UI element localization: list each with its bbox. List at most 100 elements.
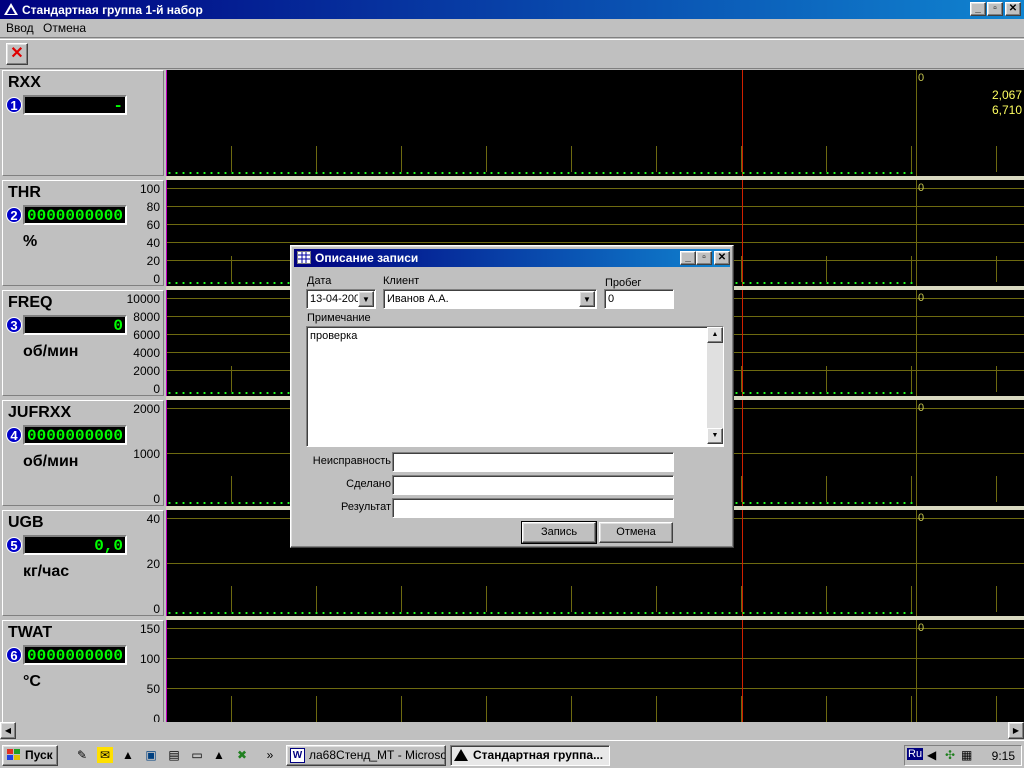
done-input[interactable]: [392, 475, 674, 495]
desktop-icon[interactable]: ▣: [143, 747, 159, 763]
plot-zero-label: 0: [918, 512, 925, 524]
note-textarea[interactable]: проверка ▲ ▼: [306, 326, 724, 447]
note-label: Примечание: [307, 312, 371, 324]
result-input[interactable]: [392, 498, 674, 518]
channel-number-icon[interactable]: 5: [6, 537, 22, 553]
grid-line: [166, 628, 1024, 629]
horizontal-scrollbar[interactable]: ◀ ▶: [0, 722, 1024, 739]
window-titlebar[interactable]: Стандартная группа 1-й набор _ ▫ ✕: [0, 0, 1024, 19]
dialog-close-button[interactable]: ✕: [714, 251, 730, 265]
fault-input[interactable]: [392, 452, 674, 472]
channel-number-icon[interactable]: 3: [6, 317, 22, 333]
drive-icon[interactable]: ▭: [189, 747, 205, 763]
scroll-right-icon[interactable]: ▶: [1008, 722, 1024, 739]
y-tick-label: 20: [146, 254, 160, 268]
channel-value: 0000000000: [23, 205, 127, 225]
stop-icon[interactable]: ✕: [6, 43, 28, 65]
grid-tick: [231, 696, 232, 722]
language-indicator[interactable]: Ru: [907, 748, 924, 760]
excel-icon[interactable]: ✖: [234, 747, 250, 763]
time-cursor[interactable]: [742, 70, 743, 176]
grid-tick: [656, 586, 657, 612]
office-icon[interactable]: ✉: [97, 747, 113, 763]
connection-icon[interactable]: ▦: [961, 748, 972, 762]
grid-tick: [401, 696, 402, 722]
signal-trace: [166, 612, 916, 614]
scroll-up-icon[interactable]: ▲: [707, 327, 723, 343]
plot-zero-label: 0: [918, 402, 925, 414]
grid-tick: [826, 256, 827, 282]
channel-plot-twat[interactable]: 0: [166, 620, 1024, 726]
channel-number-icon[interactable]: 2: [6, 207, 22, 223]
grid-tick: [996, 256, 997, 282]
y-tick-label: 150: [139, 622, 160, 636]
grid-tick: [316, 146, 317, 172]
y-tick-label: 100: [139, 182, 160, 196]
minimize-button[interactable]: _: [970, 2, 986, 16]
dialog-maximize-button[interactable]: ▫: [696, 251, 712, 265]
channel-plot-rxx[interactable]: 0 2,067 6,710: [166, 70, 1024, 176]
date-field[interactable]: 13-04-200 ▼: [306, 289, 376, 309]
client-dropdown-icon[interactable]: ▼: [579, 291, 595, 307]
time-cursor[interactable]: [742, 180, 743, 286]
channel-number-icon[interactable]: 6: [6, 647, 22, 663]
grid-tick: [571, 696, 572, 722]
channel-label-freq: FREQ 3 0 об/мин 10000 8000 6000 4000 2000 0: [2, 290, 164, 396]
mileage-input[interactable]: 0: [604, 289, 674, 309]
menu-input[interactable]: Ввод: [6, 21, 34, 35]
start-button[interactable]: Пуск: [2, 745, 58, 766]
channel-unit: об/мин: [23, 343, 79, 360]
network-icon[interactable]: ✣: [945, 748, 955, 762]
grid-tick: [231, 476, 232, 502]
grid-tick: [231, 586, 232, 612]
grid-line: [166, 242, 1024, 243]
task-word[interactable]: W ла68Стенд_МТ - Microsof...: [286, 745, 446, 766]
cursor-value: 6,710: [991, 103, 1022, 117]
grid-tick: [996, 586, 997, 612]
y-tick-label: 2000: [133, 402, 160, 416]
plot-boundary: [916, 70, 917, 176]
folder-icon[interactable]: ▤: [166, 747, 182, 763]
y-tick-label: 40: [146, 236, 160, 250]
scroll-left-icon[interactable]: ◀: [0, 722, 16, 739]
grid-tick: [996, 476, 997, 502]
client-select[interactable]: Иванов А.А. ▼: [383, 289, 597, 309]
plot-zero-label: 0: [918, 182, 925, 194]
y-tick-label: 0: [153, 272, 160, 286]
dialog-titlebar[interactable]: Описание записи _ ▫ ✕: [294, 249, 730, 267]
more-icon[interactable]: »: [262, 747, 278, 763]
time-cursor[interactable]: [742, 510, 743, 616]
grid-line: [166, 658, 1024, 659]
channel-value: 0: [23, 315, 127, 335]
channel-value: 0,0: [23, 535, 127, 555]
scroll-down-icon[interactable]: ▼: [707, 428, 723, 444]
notepad-icon[interactable]: ✎: [74, 747, 90, 763]
save-button[interactable]: Запись: [521, 521, 597, 544]
task-standard-group[interactable]: Стандартная группа...: [450, 745, 610, 766]
grid-icon: [297, 251, 311, 264]
cancel-button[interactable]: Отмена: [599, 522, 673, 543]
close-button[interactable]: ✕: [1005, 2, 1021, 16]
grid-tick: [486, 586, 487, 612]
grid-tick: [401, 146, 402, 172]
note-scrollbar[interactable]: ▲ ▼: [707, 327, 723, 444]
restore-button[interactable]: ▫: [987, 2, 1003, 16]
stand-icon[interactable]: ▲: [211, 747, 227, 763]
result-label: Результат: [340, 501, 391, 513]
app-icon[interactable]: [3, 2, 19, 17]
grid-tick: [316, 696, 317, 722]
app-launcher-icon[interactable]: ▲: [120, 747, 136, 763]
channel-number-icon[interactable]: 4: [6, 427, 22, 443]
time-cursor[interactable]: [742, 400, 743, 506]
channel-value: 0000000000: [23, 645, 127, 665]
channel-number-icon[interactable]: 1: [6, 97, 22, 113]
fault-label: Неисправность: [312, 455, 391, 467]
menubar: Ввод Отмена: [0, 19, 1024, 38]
time-cursor[interactable]: [742, 620, 743, 726]
volume-icon[interactable]: ◀: [927, 748, 936, 762]
dialog-minimize-button[interactable]: _: [680, 251, 696, 265]
menu-cancel[interactable]: Отмена: [43, 21, 86, 35]
y-tick-label: 2000: [133, 364, 160, 378]
time-cursor[interactable]: [742, 290, 743, 396]
date-dropdown-icon[interactable]: ▼: [358, 291, 374, 307]
